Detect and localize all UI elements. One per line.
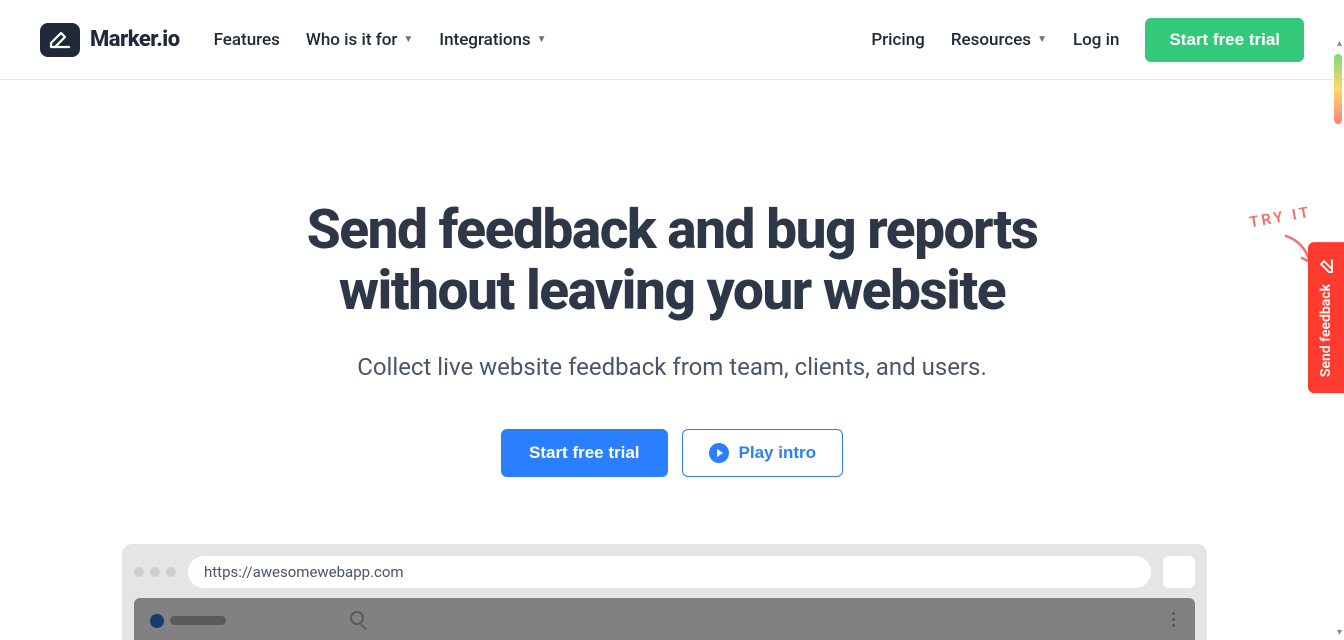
- app-title-placeholder: [170, 616, 226, 625]
- kebab-menu-icon: [1172, 612, 1175, 627]
- hero-section: Send feedback and bug reports without le…: [0, 80, 1344, 477]
- logo-icon: [40, 23, 80, 57]
- chevron-down-icon: ▼: [537, 34, 547, 45]
- nav-resources[interactable]: Resources▼: [951, 30, 1047, 50]
- browser-mockup: https://awesomewebapp.com: [122, 544, 1207, 640]
- hero-title: Send feedback and bug reports without le…: [0, 200, 1344, 321]
- app-avatar-icon: [150, 614, 164, 628]
- browser-toolbar: https://awesomewebapp.com: [134, 556, 1195, 588]
- nav-pricing[interactable]: Pricing: [871, 30, 925, 50]
- header-cta-button[interactable]: Start free trial: [1145, 18, 1304, 62]
- scroll-down-icon[interactable]: ▾: [1337, 627, 1342, 638]
- scroll-indicator: [1334, 54, 1342, 124]
- nav-integrations[interactable]: Integrations▼: [439, 30, 546, 50]
- address-bar[interactable]: https://awesomewebapp.com: [188, 556, 1151, 588]
- nav-who-is-it-for[interactable]: Who is it for▼: [306, 30, 413, 50]
- chevron-down-icon: ▼: [403, 34, 413, 45]
- nav-features[interactable]: Features: [214, 30, 280, 50]
- pencil-icon: [1318, 258, 1334, 274]
- chevron-down-icon: ▼: [1037, 34, 1047, 45]
- logo[interactable]: Marker.io: [40, 23, 180, 57]
- nav-login[interactable]: Log in: [1073, 30, 1119, 50]
- logo-text: Marker.io: [90, 27, 180, 52]
- try-it-callout: TRY IT: [1249, 208, 1312, 226]
- hero-play-intro-button[interactable]: Play intro: [682, 429, 843, 477]
- hero-start-trial-button[interactable]: Start free trial: [501, 429, 668, 477]
- search-icon: [350, 611, 364, 625]
- hero-subtitle: Collect live website feedback from team,…: [0, 353, 1344, 381]
- header-right: Pricing Resources▼ Log in Start free tri…: [871, 18, 1304, 62]
- scroll-up-icon[interactable]: ▴: [1337, 38, 1342, 49]
- header-left: Marker.io Features Who is it for▼ Integr…: [40, 23, 547, 57]
- hero-cta-group: Start free trial Play intro: [0, 429, 1344, 477]
- main-nav: Features Who is it for▼ Integrations▼: [214, 30, 547, 50]
- browser-viewport: [134, 598, 1195, 640]
- play-icon: [709, 443, 729, 463]
- window-controls: [134, 567, 176, 577]
- send-feedback-widget[interactable]: Send feedback: [1308, 242, 1344, 393]
- window-dot: [166, 567, 176, 577]
- site-header: Marker.io Features Who is it for▼ Integr…: [0, 0, 1344, 80]
- window-dot: [134, 567, 144, 577]
- browser-button: [1163, 556, 1195, 588]
- window-dot: [150, 567, 160, 577]
